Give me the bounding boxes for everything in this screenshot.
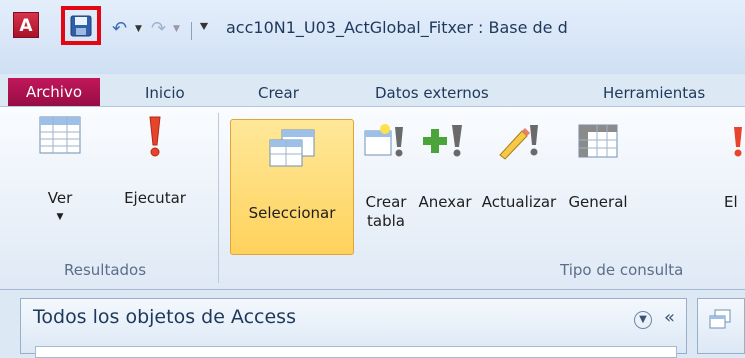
delete-exclamation-icon <box>733 127 742 157</box>
ver-dropdown-icon: ▼ <box>56 212 64 222</box>
tab-inicio[interactable]: Inicio <box>145 80 185 106</box>
ejecutar-button[interactable]: Ejecutar <box>112 115 198 208</box>
qat-separator <box>191 22 192 40</box>
ver-button[interactable]: Ver ▼ <box>30 115 90 227</box>
customize-qat-icon[interactable]: ⯆ <box>198 18 210 36</box>
group-label-resultados: Resultados <box>64 261 147 279</box>
tab-datos-externos[interactable]: Datos externos <box>375 80 489 106</box>
title-bar: A ↶ ▼ ↷ ▼ ⯆ acc10N1_U03_ActGlobal_Fitxer… <box>0 0 745 74</box>
crosstab-icon <box>578 124 618 158</box>
query-object-icon <box>709 309 731 329</box>
navigation-pane: Todos los objetos de Access ▼ « <box>20 298 687 358</box>
anexar-button[interactable]: Anexar <box>414 121 476 212</box>
undo-dropdown-icon[interactable]: ▼ <box>135 24 142 34</box>
save-icon <box>70 15 92 36</box>
make-table-icon <box>364 124 403 157</box>
crear-tabla-button[interactable]: Crear tabla <box>360 121 412 231</box>
actualizar-button[interactable]: Actualizar <box>478 121 560 212</box>
redo-icon[interactable]: ↷ <box>151 18 166 39</box>
eliminar-button[interactable]: El <box>724 121 745 212</box>
nav-pane-title[interactable]: Todos los objetos de Access <box>33 306 296 328</box>
update-pencil-icon <box>499 125 538 160</box>
nav-search-input[interactable] <box>35 346 677 358</box>
group-label-tipo-consulta: Tipo de consulta <box>560 261 684 279</box>
seleccionar-button[interactable]: Seleccionar <box>230 119 354 255</box>
nav-menu-dropdown-icon[interactable]: ▼ <box>634 311 652 329</box>
seleccionar-label: Seleccionar <box>248 204 336 222</box>
tabla-label: tabla <box>367 212 405 230</box>
append-icon <box>423 125 462 157</box>
group-separator <box>218 113 219 283</box>
general-button[interactable]: General <box>562 121 634 212</box>
anexar-label: Anexar <box>418 193 472 211</box>
el-label: El <box>724 193 738 211</box>
ejecutar-label: Ejecutar <box>124 189 186 207</box>
crear-label: Crear <box>365 193 407 211</box>
tab-crear[interactable]: Crear <box>258 80 299 106</box>
select-query-icon <box>269 129 315 167</box>
redo-dropdown-icon[interactable]: ▼ <box>173 24 180 34</box>
run-exclamation-icon <box>149 116 161 157</box>
datasheet-view-icon <box>39 116 81 154</box>
general-label: General <box>568 193 628 211</box>
save-button[interactable] <box>61 6 101 45</box>
ver-label: Ver <box>47 189 73 207</box>
actualizar-label: Actualizar <box>481 193 557 211</box>
undo-icon[interactable]: ↶ <box>112 18 127 39</box>
ribbon: Ver ▼ Ejecutar Resultados Seleccionar Cr… <box>0 106 745 290</box>
object-tab[interactable] <box>697 298 745 354</box>
shutter-bar-collapse-icon[interactable]: « <box>664 307 675 328</box>
window-title: acc10N1_U03_ActGlobal_Fitxer : Base de d <box>226 18 568 37</box>
access-app-icon[interactable]: A <box>13 12 39 38</box>
tab-archivo[interactable]: Archivo <box>8 78 100 106</box>
tab-herramientas[interactable]: Herramientas <box>603 80 705 106</box>
